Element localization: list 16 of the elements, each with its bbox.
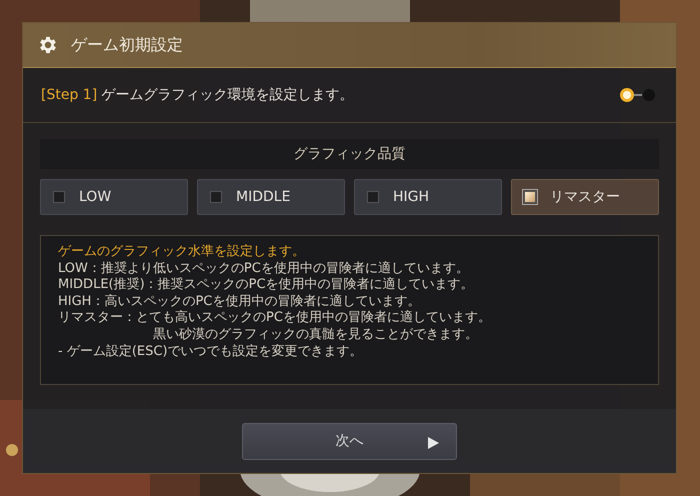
next-button[interactable]: 次へ [242,422,457,460]
quality-option[interactable]: リマスター [511,179,659,215]
quality-option[interactable]: HIGH [354,179,502,215]
description-line: リマスター：とても高いスペックのPCを使用中の冒険者に適しています。 [58,310,492,327]
description-line: 黒い砂漠のグラフィックの真髄を見ることができます。 [152,326,479,344]
description-line: MIDDLE(推奨)：推奨スペックのPCを使用中の冒険者に適しています。 [58,277,475,294]
quality-option[interactable]: MIDDLE [197,179,345,215]
description-line: ゲームのグラフィック水準を設定します。 [58,244,306,261]
description-line: HIGH：高いスペックのPCを使用中の冒険者に適しています。 [58,294,422,310]
step-text: [Step 1] ゲームグラフィック環境を設定します。 [41,86,354,104]
description-line: - ゲーム設定(ESC)でいつでも設定を変更できます。 [58,344,364,360]
description-line: LOW：推奨より低いスペックのPCを使用中の冒険者に適しています。 [58,260,470,277]
section-heading: グラフィック品質 [40,139,659,169]
window-title: ゲーム初期設定 [71,34,183,56]
quality-option[interactable]: LOW [40,179,188,215]
play-icon [428,436,439,448]
